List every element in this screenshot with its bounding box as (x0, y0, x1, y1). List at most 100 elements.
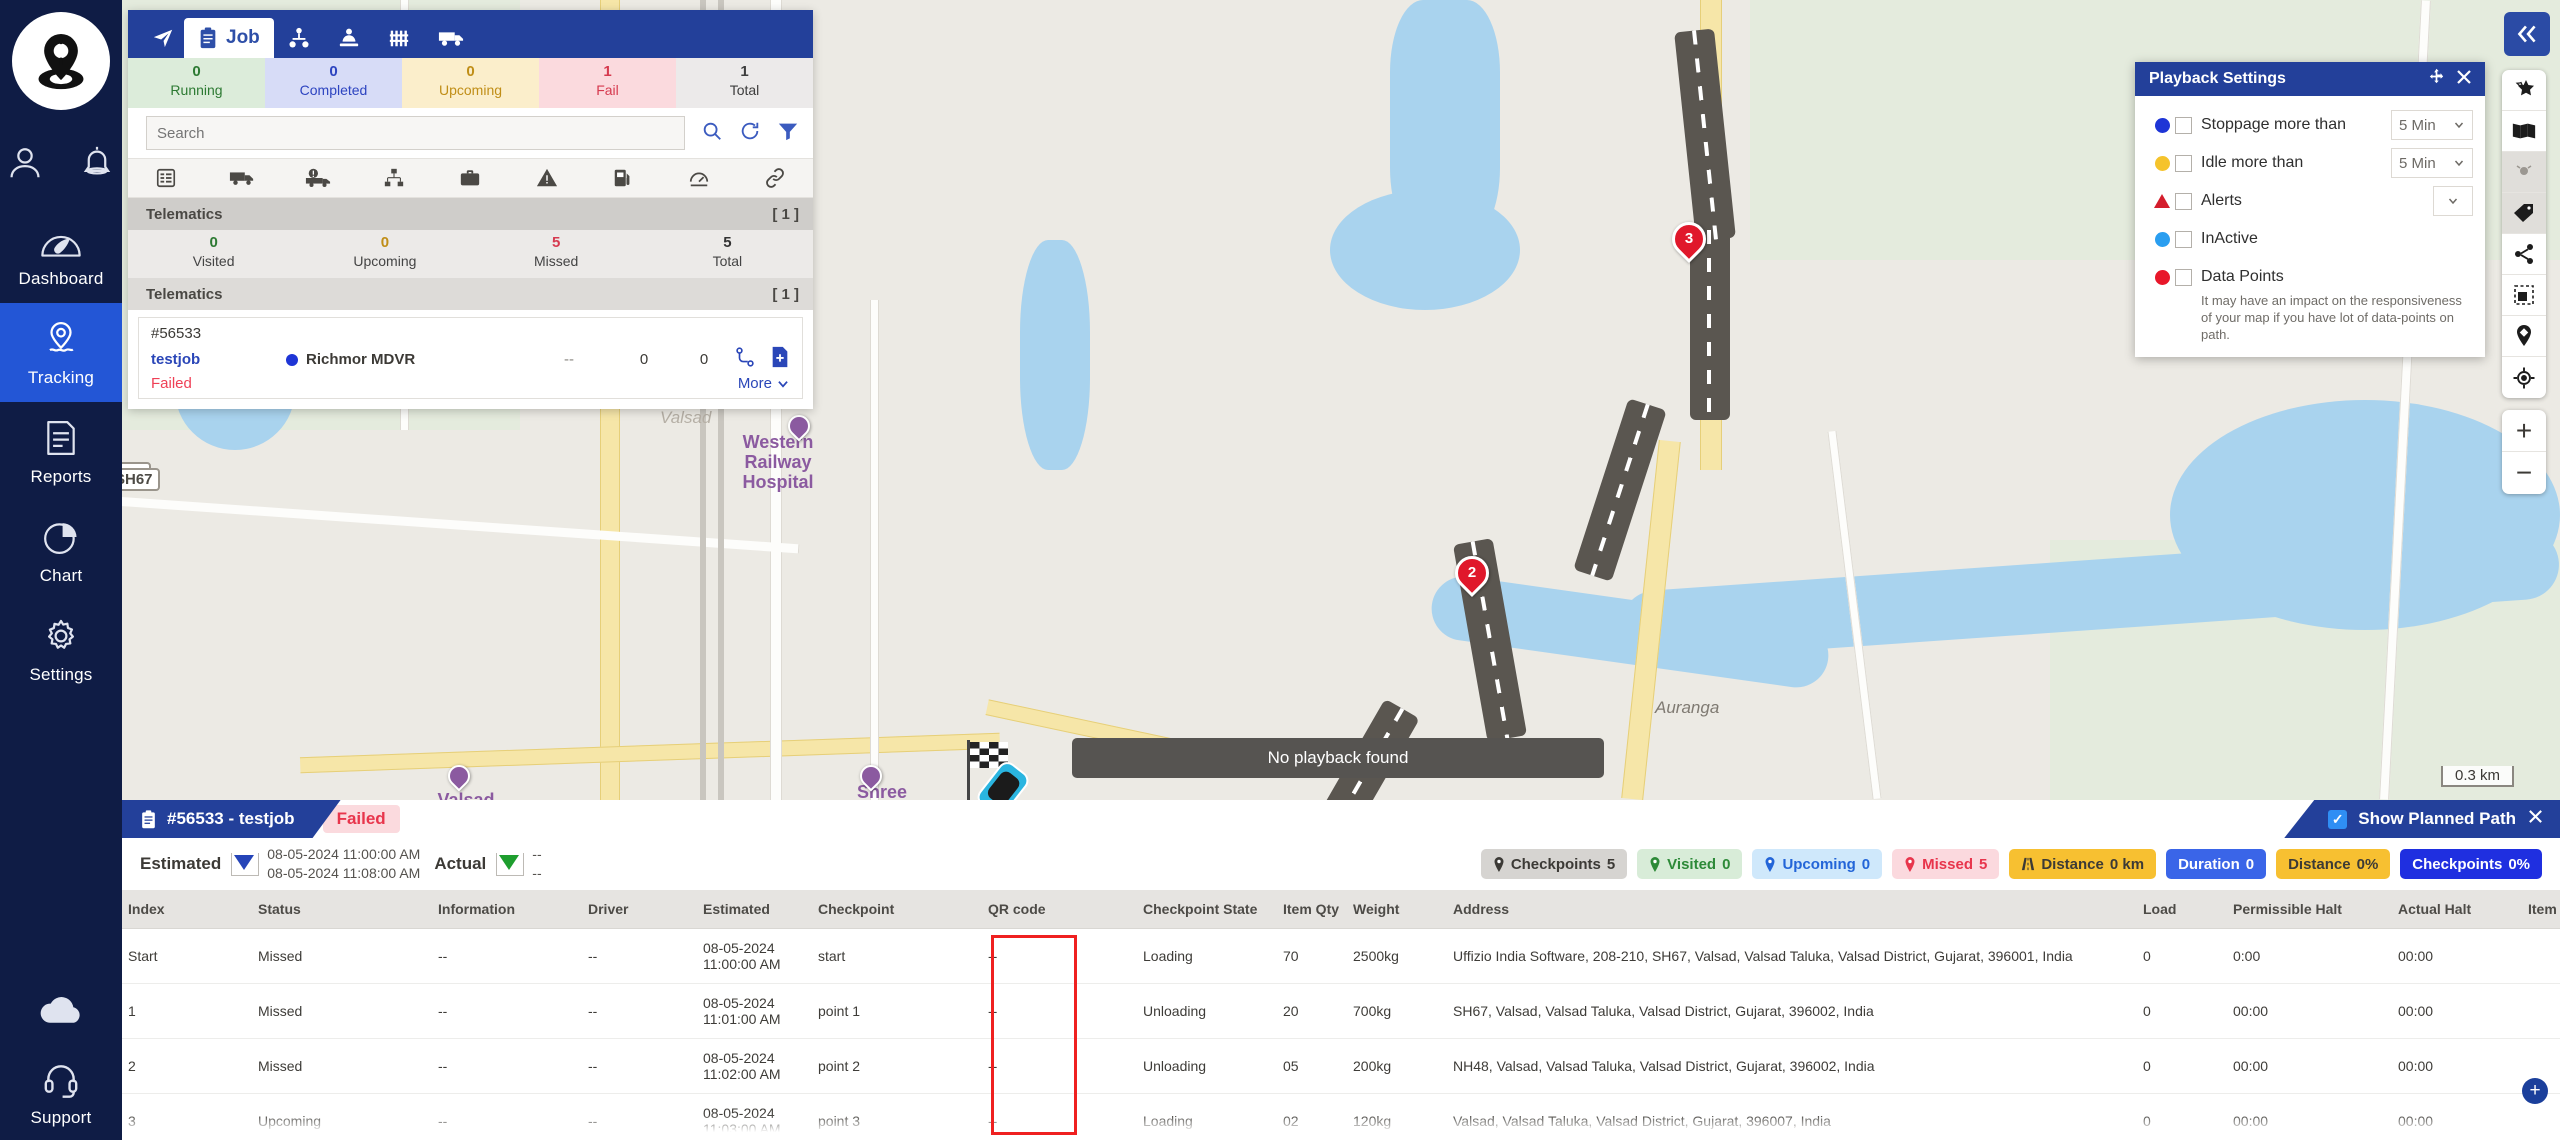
stat-completed[interactable]: 0 Completed (265, 58, 402, 108)
chip-duration[interactable]: Duration 0 (2166, 849, 2266, 879)
idle-duration-select[interactable]: 5 Min (2391, 148, 2473, 178)
sidebar-item-settings[interactable]: Settings (0, 600, 122, 699)
sidebar-item-tracking[interactable]: Tracking (0, 303, 122, 402)
chip-distance-pct[interactable]: Distance 0% (2276, 849, 2390, 879)
favorite-star-icon[interactable] (2502, 70, 2546, 111)
stat-upcoming[interactable]: 0 Upcoming (402, 58, 539, 108)
locate-me-icon[interactable] (2502, 357, 2546, 398)
job-list-item[interactable]: #56533 testjob Richmor MDVR -- 0 0 (138, 317, 803, 399)
chip-checkpoints-pct[interactable]: Checkpoints 0% (2400, 849, 2542, 879)
col-actual-halt[interactable]: Actual Halt (2392, 890, 2522, 929)
datapoints-checkbox[interactable] (2175, 269, 2192, 286)
col-permissible-halt[interactable]: Permissible Halt (2227, 890, 2392, 929)
list-icon[interactable] (128, 167, 204, 189)
move-icon[interactable] (2428, 68, 2445, 90)
search-input[interactable] (146, 116, 685, 150)
col-checkpoint[interactable]: Checkpoint (812, 890, 982, 929)
substat-upcoming[interactable]: 0 Upcoming (299, 230, 470, 278)
chip-distance-km[interactable]: Distance 0 km (2009, 849, 2156, 879)
checkpoint-table-wrapper[interactable]: Index Status Information Driver Estimate… (122, 890, 2560, 1140)
tab-vehicle[interactable] (424, 18, 478, 58)
chip-visited[interactable]: Visited 0 (1637, 849, 1742, 879)
section-header-telematics[interactable]: Telematics [ 1 ] (128, 198, 813, 230)
hierarchy-icon[interactable] (356, 167, 432, 189)
col-item-qty[interactable]: Item Qty (1277, 890, 1347, 929)
document-add-icon[interactable] (770, 346, 790, 373)
link-icon[interactable] (737, 167, 813, 189)
map-layers-icon[interactable] (2502, 111, 2546, 152)
speed-icon[interactable] (661, 167, 737, 189)
place-marker-icon[interactable] (2502, 316, 2546, 357)
col-information[interactable]: Information (432, 890, 582, 929)
stat-fail[interactable]: 1 Fail (539, 58, 676, 108)
sidebar-item-chart[interactable]: Chart (0, 501, 122, 600)
stat-total[interactable]: 1 Total (676, 58, 813, 108)
tab-job[interactable]: Job (184, 18, 274, 58)
col-status[interactable]: Status (252, 890, 432, 929)
col-weight[interactable]: Weight (1347, 890, 1447, 929)
alerts-checkbox[interactable] (2175, 193, 2192, 210)
idle-checkbox[interactable] (2175, 155, 2192, 172)
more-button[interactable]: More (738, 375, 790, 392)
col-address[interactable]: Address (1447, 890, 2137, 929)
chip-missed[interactable]: Missed 5 (1892, 849, 1999, 879)
search-icon[interactable] (701, 120, 723, 147)
traffic-icon[interactable] (2502, 152, 2546, 193)
substat-total[interactable]: 5 Total (642, 230, 813, 278)
app-logo[interactable] (12, 12, 110, 110)
sidebar-item-reports[interactable]: Reports (0, 402, 122, 501)
fuel-icon[interactable] (585, 167, 661, 189)
tab-group[interactable] (274, 18, 324, 58)
col-load[interactable]: Load (2137, 890, 2227, 929)
sidebar-item-support[interactable]: Support (0, 1044, 122, 1140)
briefcase-icon[interactable] (432, 167, 508, 189)
sidebar-item-dashboard[interactable]: Dashboard (0, 208, 122, 303)
stoppage-checkbox[interactable] (2175, 117, 2192, 134)
table-row[interactable]: 1 Missed -- -- 08-05-2024 11:01:00 AM po… (122, 984, 2560, 1039)
substat-visited[interactable]: 0 Visited (128, 230, 299, 278)
measure-area-icon[interactable] (2502, 275, 2546, 316)
bell-icon[interactable] (78, 144, 116, 182)
truck-alert-icon[interactable] (280, 167, 356, 189)
profile-icon[interactable] (6, 144, 44, 182)
filter-icon[interactable] (777, 120, 799, 147)
label-tag-icon[interactable] (2502, 193, 2546, 234)
alerts-select[interactable] (2433, 186, 2473, 216)
col-qr-code[interactable]: QR code (982, 890, 1137, 929)
show-planned-path-checkbox[interactable]: ✓ (2328, 810, 2347, 829)
inactive-checkbox[interactable] (2175, 231, 2192, 248)
zoom-out-button[interactable]: − (2502, 452, 2546, 494)
route-icon[interactable] (734, 346, 756, 373)
pin-icon (1649, 857, 1661, 872)
col-checkpoint-state[interactable]: Checkpoint State (1137, 890, 1277, 929)
chip-upcoming[interactable]: Upcoming 0 (1752, 849, 1882, 879)
table-row[interactable]: 3 Upcoming -- -- 08-05-2024 11:03:00 AM … (122, 1094, 2560, 1140)
zoom-in-button[interactable]: + (2502, 410, 2546, 452)
tab-geofence[interactable] (374, 18, 424, 58)
tab-navigate[interactable] (140, 18, 184, 58)
table-row[interactable]: 2 Missed -- -- 08-05-2024 11:02:00 AM po… (122, 1039, 2560, 1094)
close-icon[interactable] (2527, 808, 2544, 830)
refresh-icon[interactable] (739, 120, 761, 147)
sidebar-item-cloud[interactable] (0, 977, 122, 1044)
tab-driver[interactable] (324, 18, 374, 58)
stat-running[interactable]: 0 Running (128, 58, 265, 108)
truck-icon[interactable] (204, 168, 280, 188)
bottom-job-tab-label[interactable]: #56533 - testjob (122, 800, 341, 838)
col-estimated[interactable]: Estimated (697, 890, 812, 929)
share-icon[interactable] (2502, 234, 2546, 275)
chip-label: Missed (1922, 856, 1973, 873)
job-name[interactable]: testjob (151, 351, 286, 368)
close-icon[interactable] (2455, 68, 2473, 91)
col-driver[interactable]: Driver (582, 890, 697, 929)
stoppage-duration-select[interactable]: 5 Min (2391, 110, 2473, 140)
collapse-panel-button[interactable] (2504, 12, 2550, 56)
chip-checkpoints[interactable]: Checkpoints 5 (1481, 849, 1627, 879)
table-row[interactable]: Start Missed -- -- 08-05-2024 11:00:00 A… (122, 929, 2560, 984)
col-item[interactable]: Item (2522, 890, 2560, 929)
col-index[interactable]: Index (122, 890, 252, 929)
section-header-telematics-2[interactable]: Telematics [ 1 ] (128, 278, 813, 310)
substat-missed[interactable]: 5 Missed (471, 230, 642, 278)
add-row-button[interactable]: + (2522, 1078, 2548, 1104)
warning-icon[interactable] (509, 167, 585, 189)
